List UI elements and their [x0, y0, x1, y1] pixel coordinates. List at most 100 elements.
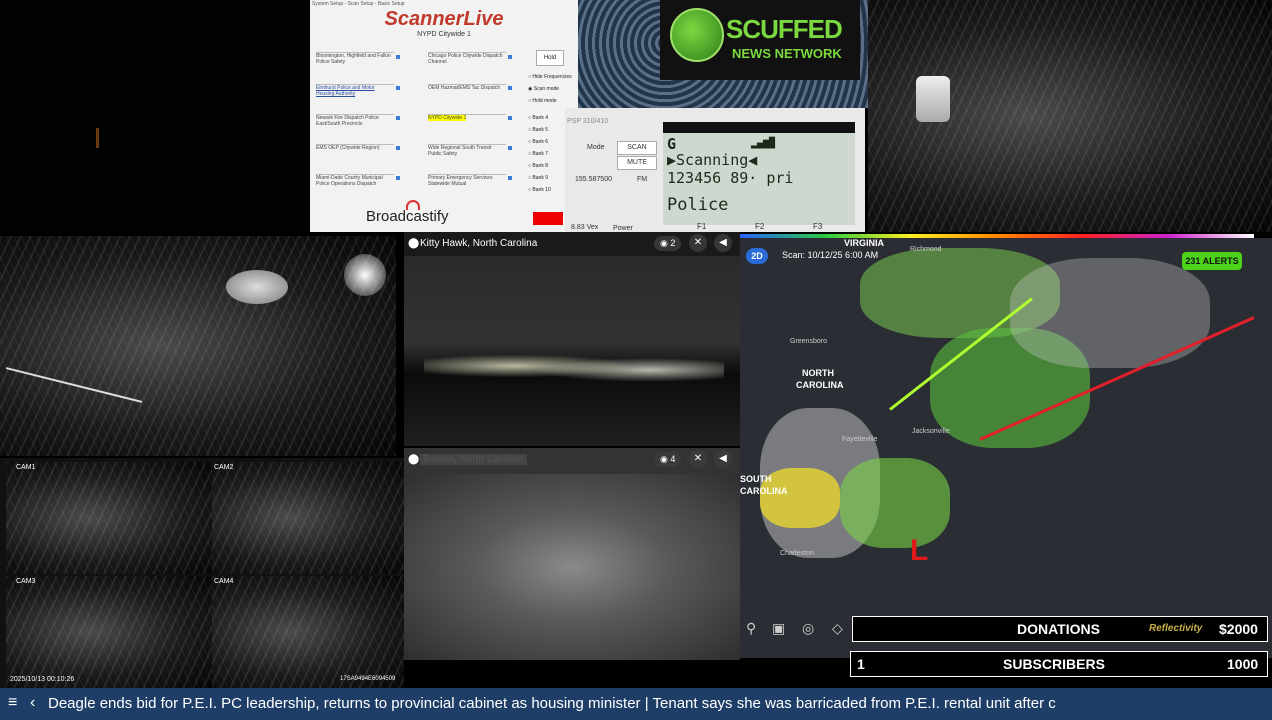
bank-item[interactable]: ○ Bank 8 — [528, 160, 551, 172]
bank-item[interactable]: ○ Bank 6 — [528, 136, 551, 148]
bank-list: ○ Bank 4 ○ Bank 5 ○ Bank 6 ○ Bank 7 ○ Ba… — [528, 112, 551, 196]
second-cam-scene[interactable] — [404, 474, 740, 660]
slot-left-3[interactable]: Newark Fire Dispatch Police East/South P… — [316, 114, 394, 141]
lcd-line-3: 123456 89· pri — [667, 169, 794, 187]
city-label-charleston: Charleston — [780, 550, 814, 557]
bank-item[interactable]: ○ Bank 9 — [528, 172, 551, 184]
cam4-label: CAM4 — [214, 578, 234, 585]
logo-line1: SCUFFED — [726, 14, 843, 44]
psp-label: PSP 310/410 — [567, 118, 609, 125]
voltage-label: 8.83 Vex — [571, 224, 599, 231]
slot-left-2[interactable]: Elmhurst Police and Motor Housing Author… — [316, 84, 394, 111]
bank-item[interactable]: ○ Bank 10 — [528, 184, 551, 196]
kitty-hawk-viewers[interactable]: ◉ 2 — [654, 236, 682, 251]
cctv-cam1[interactable]: CAM1 — [6, 462, 212, 574]
signal-bars-icon: ▂▄▆█ — [751, 138, 776, 149]
second-camera: ⬤ Buxton, North Carolina ◉ 4 ✕ ◀ — [404, 448, 740, 660]
cam2-label: CAM2 — [214, 464, 234, 471]
radio-hide-frequencies[interactable]: ○ Hide Frequencies — [528, 74, 572, 80]
cctv-cam4[interactable]: CAM4 17SA9494E6094509 — [212, 576, 404, 688]
bank-item[interactable]: ○ Bank 7 — [528, 148, 551, 160]
scanner-subtitle: NYPD Citywide 1 — [417, 31, 471, 38]
locate-icon[interactable]: ◎ — [802, 620, 814, 637]
slot-bar — [508, 176, 512, 180]
slot-mid-4[interactable]: Wide Regional South Transit Public Safet… — [428, 144, 506, 171]
slot-mid-5[interactable]: Primary Emergency Services Statewide Mut… — [428, 174, 506, 201]
slot-bar — [508, 86, 512, 90]
state-label-virginia: VIRGINIA — [844, 238, 885, 248]
second-cam-location: Buxton, North Carolina — [420, 454, 528, 465]
lcd-line-4: Police — [667, 195, 729, 215]
slot-left-5[interactable]: Miami-Dade County Municipal Police Opera… — [316, 174, 394, 201]
second-cam-header: ⬤ Buxton, North Carolina ◉ 4 ✕ ◀ — [404, 450, 740, 472]
scanner-menu-bar[interactable]: System Setup - Scan Setup - Basic Setup — [312, 1, 405, 7]
kitty-hawk-location: Kitty Hawk, North Carolina — [420, 238, 538, 249]
cctv-timestamp: 2025/10/13 00:10:26 — [10, 676, 75, 683]
slot-left-4[interactable]: EMS OEP (Citywide Region) — [316, 144, 394, 171]
scan-button[interactable]: SCAN — [617, 141, 657, 155]
menu-icon[interactable]: ≡ — [8, 694, 17, 712]
radio-hold-mode[interactable]: ○ Hold mode — [528, 98, 557, 104]
volume-icon[interactable]: ◀ — [714, 450, 732, 468]
slot-mid-2[interactable]: OEM Hazmat/EMS Tac Dispatch — [428, 84, 506, 111]
hold-button[interactable]: Hold — [536, 50, 564, 66]
cctv-cam2[interactable]: CAM2 — [212, 462, 404, 574]
bank-item[interactable]: ○ Bank 4 — [528, 112, 551, 124]
logo-line2: NEWS NETWORK — [732, 46, 842, 61]
city-label-richmond: Richmond — [910, 246, 942, 253]
slot-bar — [396, 116, 400, 120]
slot-left-1[interactable]: Bloomington, Highfield and Fallon Police… — [316, 52, 394, 79]
eye-icon: ◉ — [660, 454, 671, 464]
camera-icon[interactable]: ▣ — [772, 620, 785, 637]
radar-map[interactable]: 2D Scan: 10/12/25 6:00 AM 231 ALERTS VIR… — [740, 238, 1272, 658]
chevron-left-icon[interactable]: ‹ — [30, 694, 35, 712]
radar-echo — [840, 458, 950, 548]
bank-item[interactable]: ○ Bank 5 — [528, 124, 551, 136]
close-icon[interactable]: ✕ — [689, 450, 707, 468]
layers-icon[interactable]: ◇ — [832, 620, 843, 637]
alerts-badge[interactable]: 231 ALERTS — [1182, 252, 1242, 270]
slot-bar — [396, 86, 400, 90]
power-label: Power — [613, 225, 633, 232]
top-left-dark-feed — [0, 0, 310, 232]
f3-button[interactable]: F3 — [813, 222, 822, 231]
subscribers-bar: 1 SUBSCRIBERS 1000 — [850, 651, 1268, 677]
second-cam-viewers[interactable]: ◉ 4 — [654, 452, 682, 467]
mute-button[interactable]: MUTE — [617, 156, 657, 170]
slot-bar — [396, 146, 400, 150]
lcd-line-2: ▶Scanning◀ — [667, 151, 758, 169]
kitty-hawk-scene[interactable] — [404, 256, 740, 446]
slot-bar — [508, 146, 512, 150]
globe-icon — [670, 8, 724, 62]
cctv-cam3[interactable]: CAM3 2025/10/13 00:10:26 — [6, 576, 212, 688]
subscriber-count: 1 — [857, 656, 865, 672]
weather-station-feed — [868, 0, 1272, 232]
pin-icon[interactable]: ⚲ — [746, 620, 756, 637]
cam3-label: CAM3 — [16, 578, 36, 585]
donations-bar: DONATIONS Reflectivity $2000 — [852, 616, 1268, 642]
cctv-quad: CAM1 CAM2 CAM3 2025/10/13 00:10:26 CAM4 … — [0, 458, 404, 688]
low-pressure-marker: L — [910, 534, 929, 567]
kitty-hawk-camera: ⬤ Kitty Hawk, North Carolina ◉ 2 ✕ ◀ — [404, 232, 740, 446]
map-2d-button[interactable]: 2D — [746, 248, 768, 264]
f1-button[interactable]: F1 — [697, 222, 706, 231]
volume-icon[interactable]: ◀ — [714, 234, 732, 252]
weather-station-icon — [916, 76, 950, 122]
state-label-carolina-2: CAROLINA — [740, 486, 788, 496]
parking-lights — [424, 346, 724, 386]
backyard-camera-feed — [0, 236, 396, 456]
kitty-hawk-header: ⬤ Kitty Hawk, North Carolina ◉ 2 ✕ ◀ — [404, 234, 740, 256]
eye-icon: ◉ — [660, 238, 671, 248]
close-icon[interactable]: ✕ — [689, 234, 707, 252]
mode-label: Mode — [587, 144, 605, 151]
donations-label: DONATIONS — [1017, 621, 1100, 637]
slot-bar — [396, 55, 400, 59]
news-ticker: ≡ ‹ Deagle ends bid for P.E.I. PC leader… — [0, 688, 1272, 720]
radio-scan-mode[interactable]: ◉ Scan mode — [528, 86, 559, 92]
slot-mid-1[interactable]: Chicago Police Citywide Dispatch Channel — [428, 52, 506, 79]
red-indicator — [533, 212, 563, 225]
f2-button[interactable]: F2 — [755, 222, 764, 231]
cam1-label: CAM1 — [16, 464, 36, 471]
slot-mid-3[interactable]: NYPD Citywide 1 — [428, 114, 506, 141]
state-label-south: SOUTH — [740, 474, 772, 484]
